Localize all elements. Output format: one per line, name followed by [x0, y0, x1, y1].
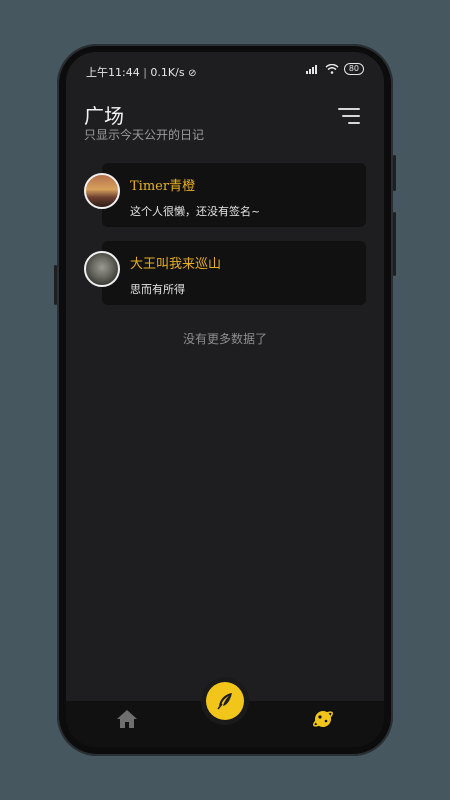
status-time: 上午11:44 | 0.1K/s ⊘ — [86, 66, 197, 79]
wifi-icon — [325, 64, 339, 74]
screen: 上午11:44 | 0.1K/s ⊘ 80 广场 只显示今天公开的日记 Time… — [66, 52, 384, 747]
feather-icon — [217, 693, 232, 710]
avatar[interactable] — [84, 251, 120, 287]
status-bar: 上午11:44 | 0.1K/s ⊘ 80 — [66, 52, 384, 88]
avatar[interactable] — [84, 173, 120, 209]
list-item[interactable]: 大王叫我来巡山 思而有所得 — [102, 241, 366, 305]
side-button — [54, 265, 57, 305]
planet-icon[interactable] — [312, 708, 334, 730]
page-subtitle: 只显示今天公开的日记 — [84, 128, 205, 142]
entry-author-name[interactable]: 大王叫我来巡山 — [130, 253, 221, 272]
page-title: 广场 — [84, 104, 124, 128]
list-end-message: 没有更多数据了 — [182, 332, 267, 346]
signal-icon — [305, 65, 317, 74]
filter-icon[interactable] — [338, 108, 360, 126]
battery-indicator: 80 — [343, 63, 364, 75]
write-diary-button[interactable] — [206, 682, 244, 720]
home-icon[interactable] — [116, 709, 138, 729]
sync-icon: ⊘ — [188, 68, 197, 79]
list-item[interactable]: Timer青橙 这个人很懒，还没有签名~ — [102, 163, 366, 227]
entry-signature: 这个人很懒，还没有签名~ — [130, 205, 261, 218]
entry-author-name[interactable]: Timer青橙 — [130, 175, 195, 194]
side-button — [393, 212, 396, 276]
side-button — [393, 155, 396, 191]
status-clock: 上午11:44 — [86, 66, 140, 79]
network-speed: 0.1K/s — [150, 66, 185, 79]
entry-signature: 思而有所得 — [130, 283, 185, 296]
status-icons: 80 — [305, 63, 364, 75]
